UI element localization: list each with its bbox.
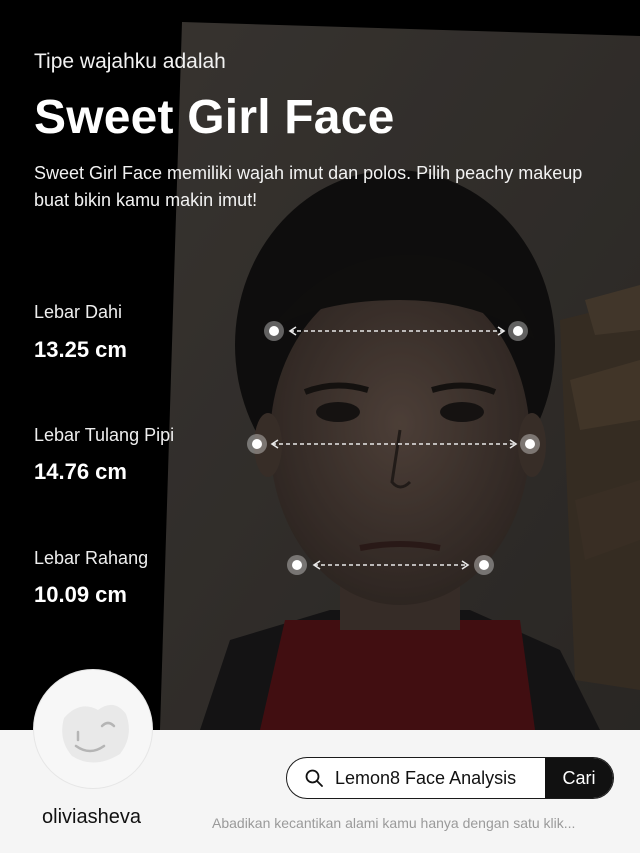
cheekbone-right-marker bbox=[520, 434, 540, 454]
metric-value-jaw: 10.09 cm bbox=[34, 582, 127, 607]
search-query[interactable]: Lemon8 Face Analysis bbox=[335, 768, 545, 789]
metric-label-cheekbone: Lebar Tulang Pipi bbox=[34, 425, 175, 445]
metric-label-forehead: Lebar Dahi bbox=[34, 302, 123, 322]
avatar[interactable] bbox=[34, 670, 152, 788]
username[interactable]: oliviasheva bbox=[42, 806, 141, 829]
face-analysis-card: Tipe wajahku adalah Sweet Girl Face Swee… bbox=[0, 0, 640, 853]
metric-value-forehead: 13.25 cm bbox=[34, 337, 127, 362]
metric-label-jaw: Lebar Rahang bbox=[34, 548, 149, 568]
face-type-description: Sweet Girl Face memiliki wajah imut dan … bbox=[34, 163, 583, 210]
forehead-right-marker bbox=[508, 321, 528, 341]
result-subtitle: Tipe wajahku adalah bbox=[34, 50, 226, 73]
face-type-title: Sweet Girl Face bbox=[34, 91, 395, 144]
forehead-left-marker bbox=[264, 321, 284, 341]
footer-tagline: Abadikan kecantikan alami kamu hanya den… bbox=[212, 815, 576, 831]
cheekbone-left-marker bbox=[247, 434, 267, 454]
search-icon bbox=[305, 769, 323, 787]
search-bar[interactable]: Lemon8 Face Analysis Cari bbox=[286, 757, 614, 799]
jaw-left-marker bbox=[287, 555, 307, 575]
metric-value-cheekbone: 14.76 cm bbox=[34, 459, 127, 484]
avatar-face-icon bbox=[62, 704, 129, 763]
jaw-right-marker bbox=[474, 555, 494, 575]
search-button[interactable]: Cari bbox=[545, 758, 613, 798]
